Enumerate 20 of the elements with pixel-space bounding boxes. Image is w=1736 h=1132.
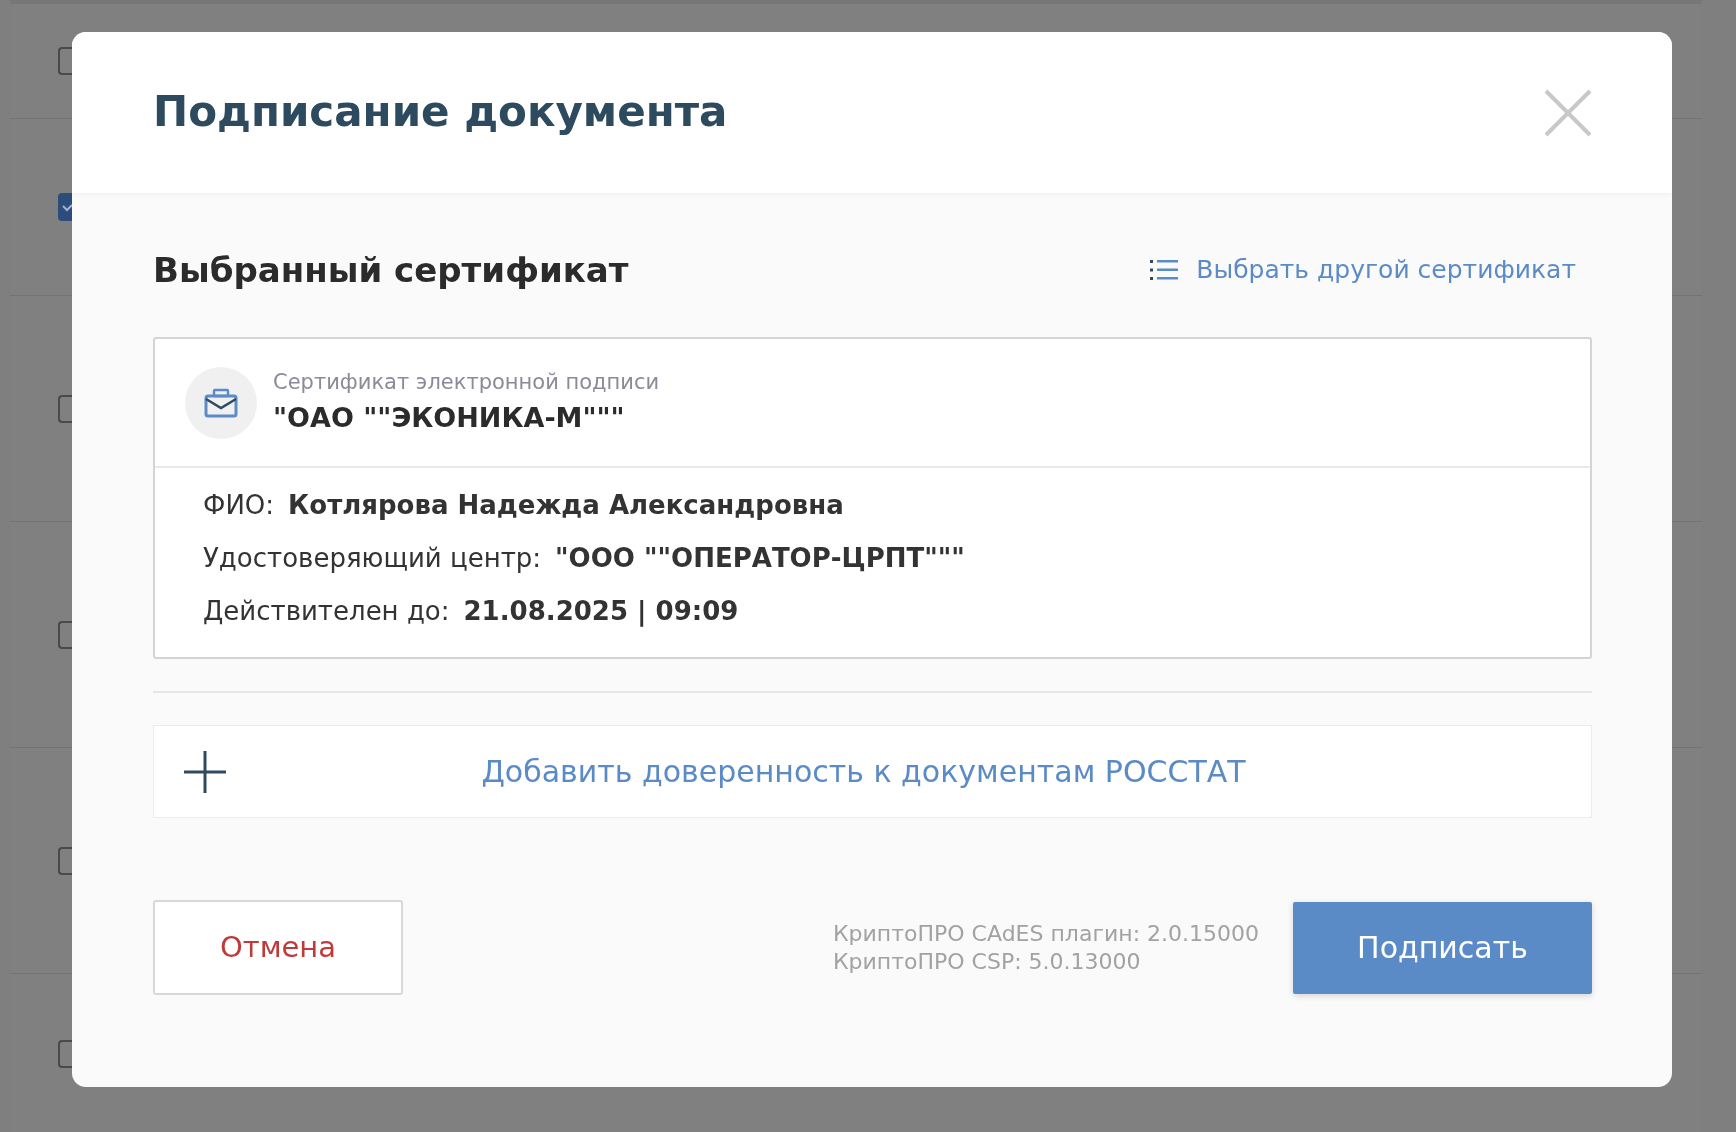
- choose-certificate-link[interactable]: Выбрать другой сертификат: [1150, 251, 1576, 289]
- modal-title: Подписание документа: [153, 87, 728, 138]
- certificate-type: Сертификат электронной подписи: [273, 368, 660, 396]
- field-label: ФИО:: [203, 489, 275, 522]
- field-value: 21.08.2025 | 09:09: [463, 595, 739, 629]
- check-icon: [62, 202, 72, 212]
- field-value: Котлярова Надежда Александровна: [288, 489, 844, 522]
- list-icon: [1150, 260, 1179, 280]
- version-text: КриптоПРО CAdES плагин: 2.0.15000: [832, 919, 1259, 948]
- section-title: Выбранный сертификат: [153, 249, 629, 291]
- field-label: Удостоверяющий центр:: [203, 542, 542, 575]
- plus-icon: [184, 750, 226, 793]
- cancel-button[interactable]: Отмена: [153, 900, 403, 995]
- field-label: Действителен до:: [203, 595, 450, 628]
- certificate-owner: "ОАО ""ЭКОНИКА-М""": [273, 401, 626, 435]
- sign-button[interactable]: Подписать: [1293, 901, 1592, 994]
- add-power-of-attorney-button[interactable]: Добавить доверенность к документам РОССТАТ: [153, 725, 1592, 818]
- checkbox[interactable]: [58, 193, 72, 221]
- field-value: "ООО ""ОПЕРАТОР-ЦРПТ""": [555, 542, 965, 575]
- version-text: КриптоПРО CSP: 5.0.13000: [832, 947, 1142, 976]
